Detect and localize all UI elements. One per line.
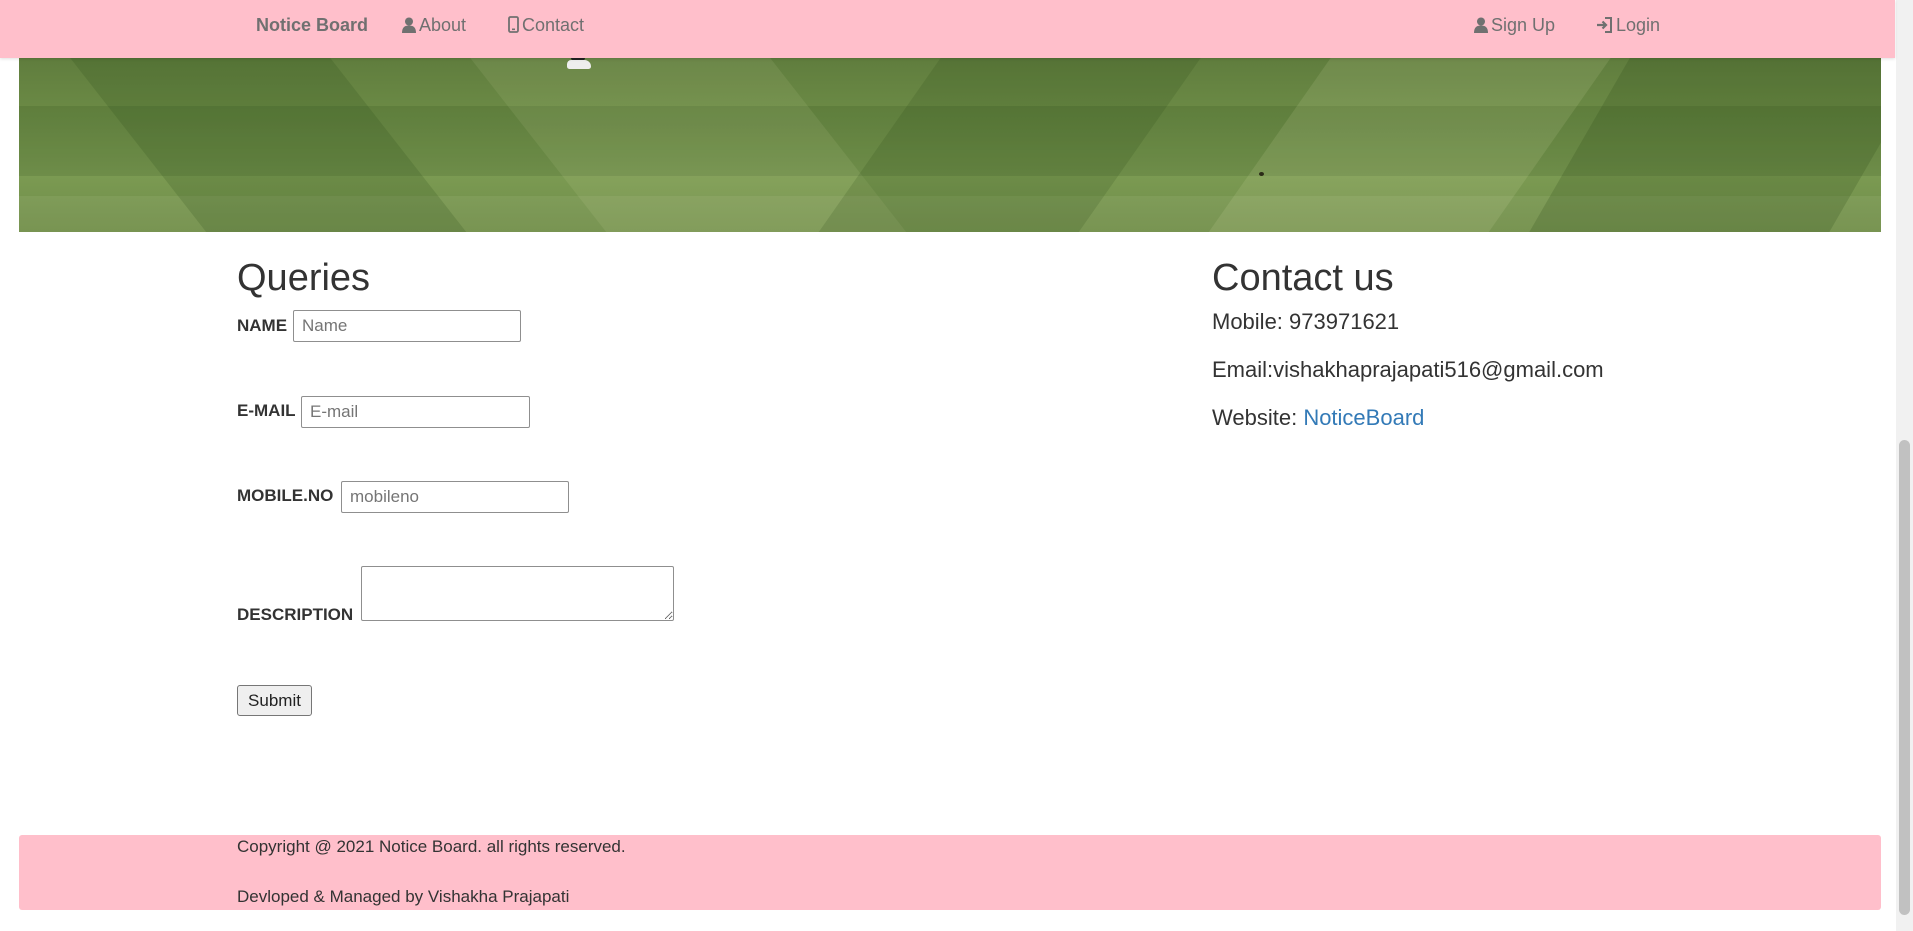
nav-contact-link[interactable]: Contact <box>508 0 584 50</box>
nav-about-link[interactable]: About <box>402 0 466 50</box>
nav-signup-label: Sign Up <box>1491 15 1556 35</box>
submit-button[interactable]: Submit <box>237 685 312 716</box>
nav-contact-label: Contact <box>522 15 585 35</box>
website-link[interactable]: NoticeBoard <box>1303 405 1424 430</box>
footer-copyright: Copyright @ 2021 Notice Board. all right… <box>237 837 626 856</box>
footer-credit: Devloped & Managed by Vishakha Prajapati <box>237 887 570 906</box>
mobile-input[interactable] <box>341 481 569 513</box>
website-prefix: Website: <box>1212 405 1304 430</box>
page-scrollbar[interactable] <box>1896 0 1913 931</box>
name-label: NAME <box>237 316 288 335</box>
user-icon <box>402 17 416 33</box>
scrollbar-thumb[interactable] <box>1899 440 1910 915</box>
description-label: DESCRIPTION <box>237 605 354 624</box>
top-navbar: Notice Board About Contact Sign Up Login <box>0 0 1895 58</box>
nav-signup-link[interactable]: Sign Up <box>1474 0 1555 50</box>
name-input[interactable] <box>293 310 521 342</box>
brand-link[interactable]: Notice Board <box>256 0 368 50</box>
hero-image <box>19 46 1881 232</box>
contact-heading: Contact us <box>1212 257 1394 299</box>
email-input[interactable] <box>301 396 530 428</box>
email-label: E-MAIL <box>237 401 296 420</box>
phone-icon <box>508 16 519 33</box>
user-icon <box>1474 17 1488 33</box>
contact-website: Website: NoticeBoard <box>1212 405 1424 431</box>
nav-about-label: About <box>419 15 467 35</box>
contact-mobile: Mobile: 973971621 <box>1212 309 1400 334</box>
mobile-label: MOBILE.NO <box>237 486 334 505</box>
nav-login-label: Login <box>1616 15 1661 35</box>
login-icon <box>1597 17 1612 33</box>
nav-login-link[interactable]: Login <box>1596 0 1660 50</box>
description-textarea[interactable] <box>361 566 674 621</box>
contact-email: Email:vishakhaprajapati516@gmail.com <box>1212 357 1604 382</box>
queries-heading: Queries <box>237 257 371 299</box>
